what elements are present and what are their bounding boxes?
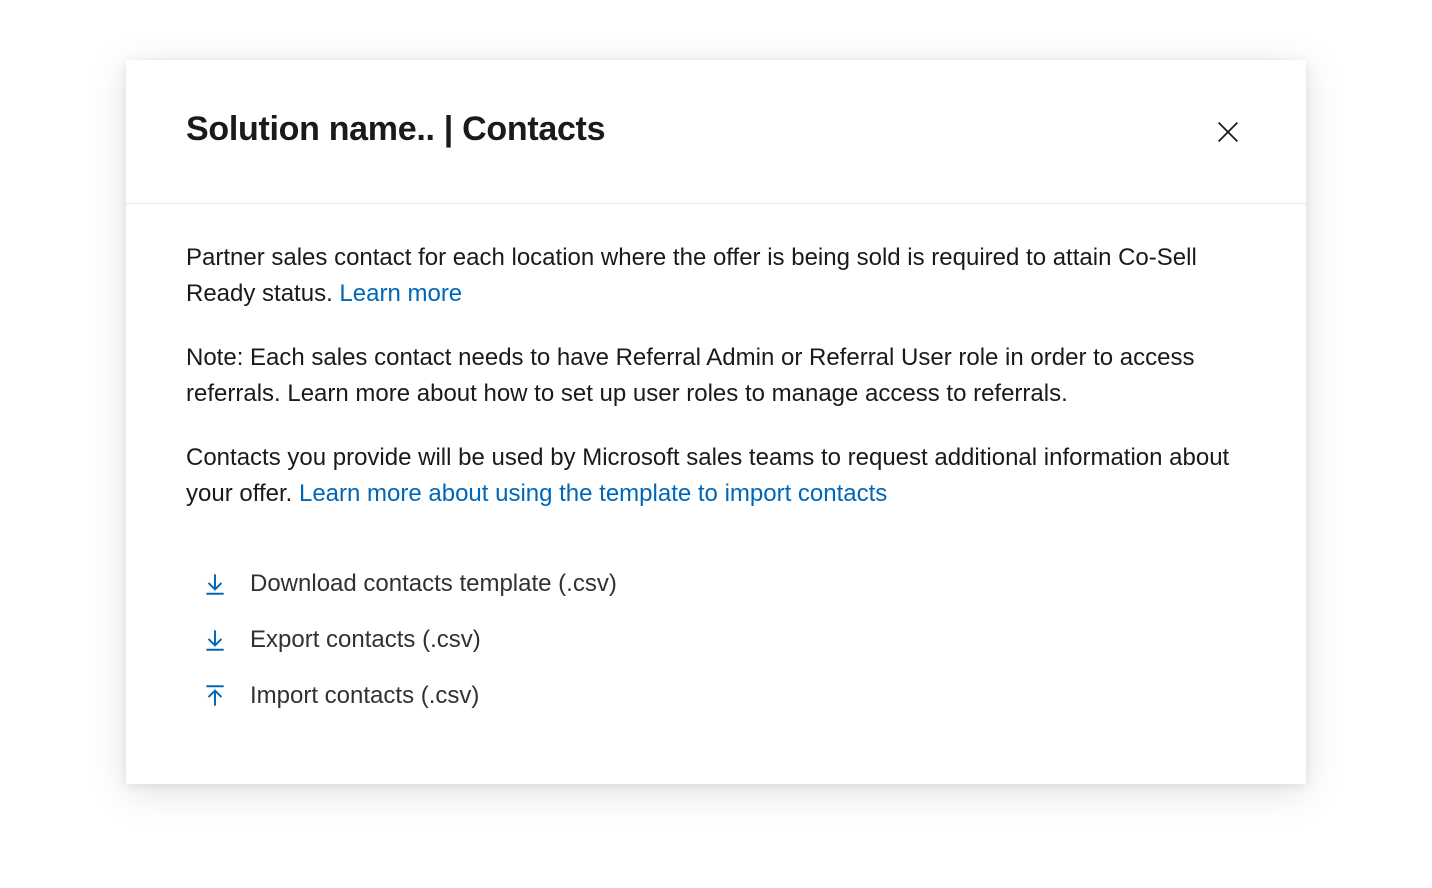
contacts-panel: Solution name.. | Contacts Partner sales…	[126, 60, 1306, 784]
import-contacts-action[interactable]: Import contacts (.csv)	[186, 668, 1246, 724]
download-template-label: Download contacts template (.csv)	[250, 570, 617, 598]
description-paragraph-2: Note: Each sales contact needs to have R…	[186, 340, 1246, 412]
upload-icon	[202, 683, 228, 709]
page-title: Solution name.. | Contacts	[186, 110, 605, 149]
download-icon	[202, 627, 228, 653]
description-text-1: Partner sales contact for each location …	[186, 244, 1197, 307]
description-paragraph-1: Partner sales contact for each location …	[186, 240, 1246, 312]
export-contacts-action[interactable]: Export contacts (.csv)	[186, 612, 1246, 668]
learn-more-link-2[interactable]: Learn more about using the template to i…	[299, 480, 887, 507]
download-icon	[202, 571, 228, 597]
actions-list: Download contacts template (.csv) Export…	[186, 556, 1246, 724]
learn-more-link-1[interactable]: Learn more	[339, 280, 462, 307]
panel-body: Partner sales contact for each location …	[126, 204, 1306, 784]
panel-header: Solution name.. | Contacts	[126, 60, 1306, 204]
close-icon	[1214, 118, 1242, 149]
description-paragraph-3: Contacts you provide will be used by Mic…	[186, 440, 1246, 512]
import-contacts-label: Import contacts (.csv)	[250, 682, 479, 710]
export-contacts-label: Export contacts (.csv)	[250, 626, 481, 654]
download-template-action[interactable]: Download contacts template (.csv)	[186, 556, 1246, 612]
close-button[interactable]	[1210, 114, 1246, 153]
